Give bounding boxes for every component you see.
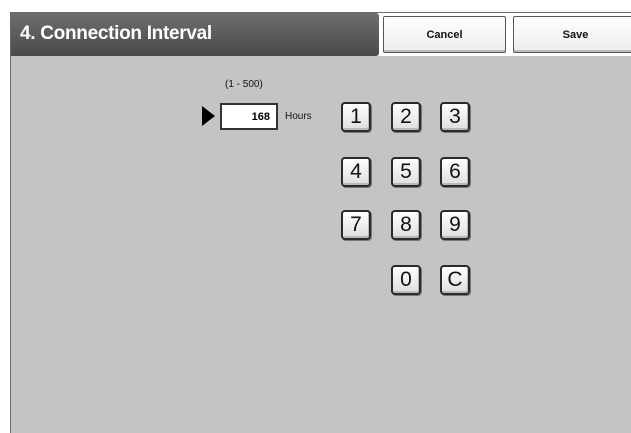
keypad-3-button[interactable]: 3 [440,102,470,132]
range-hint: (1 - 500) [225,79,263,90]
keypad-clear-button[interactable]: C [440,265,470,295]
keypad-2-button[interactable]: 2 [391,102,421,132]
unit-label: Hours [285,111,312,122]
screen-frame: 4. Connection Interval Cancel Save [10,12,631,433]
keypad-6-button[interactable]: 6 [440,157,470,187]
interval-value-field[interactable]: 168 [220,103,278,130]
keypad-4-button[interactable]: 4 [341,157,371,187]
page-title: 4. Connection Interval [20,23,212,44]
keypad-7-button[interactable]: 7 [341,210,371,240]
pointer-arrow-icon [202,106,215,126]
title-bar: 4. Connection Interval [11,13,379,56]
keypad-9-button[interactable]: 9 [440,210,470,240]
save-button[interactable]: Save [513,16,631,53]
keypad-1-button[interactable]: 1 [341,102,371,132]
header-bar: 4. Connection Interval Cancel Save [11,13,631,56]
cancel-button[interactable]: Cancel [383,16,506,53]
keypad-0-button[interactable]: 0 [391,265,421,295]
keypad-5-button[interactable]: 5 [391,157,421,187]
keypad-8-button[interactable]: 8 [391,210,421,240]
